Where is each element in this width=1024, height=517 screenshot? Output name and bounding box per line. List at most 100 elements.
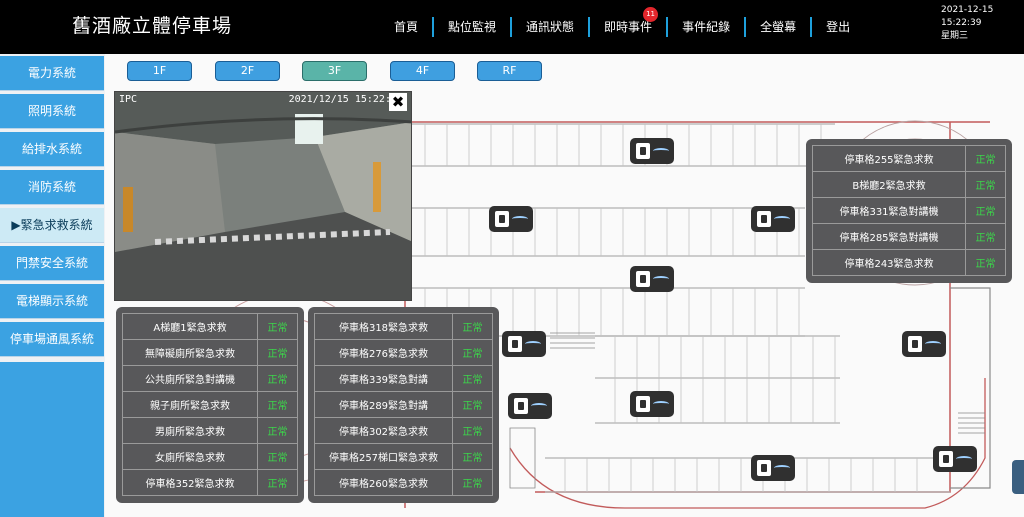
sidebar-item-access-control[interactable]: 門禁安全系統 xyxy=(0,246,104,281)
table-row[interactable]: 停車格257梯口緊急求救 正常 xyxy=(314,443,493,470)
table-row[interactable]: 女廁所緊急求救 正常 xyxy=(122,443,298,470)
sidebar-item-power[interactable]: 電力系統 xyxy=(0,56,104,91)
sos-device-icon[interactable] xyxy=(630,138,674,164)
table-row[interactable]: 親子廁所緊急求救 正常 xyxy=(122,391,298,418)
app-title: 舊酒廠立體停車場 xyxy=(72,15,233,37)
device-name: B梯廳2緊急求救 xyxy=(812,171,966,198)
event-count-badge: 11 xyxy=(643,7,659,22)
device-status: 正常 xyxy=(452,417,493,444)
table-row[interactable]: 停車格318緊急求救 正常 xyxy=(314,313,493,340)
sos-device-icon[interactable] xyxy=(751,206,795,232)
table-row[interactable]: 停車格285緊急對講機 正常 xyxy=(812,223,1006,250)
nav-point-monitor[interactable]: 點位監視 xyxy=(432,17,510,37)
device-name: 親子廁所緊急求救 xyxy=(122,391,258,418)
table-row[interactable]: 停車格302緊急求救 正常 xyxy=(314,417,493,444)
table-row[interactable]: 停車格255緊急求救 正常 xyxy=(812,145,1006,172)
table-row[interactable]: A梯廳1緊急求救 正常 xyxy=(122,313,298,340)
sos-device-icon[interactable] xyxy=(751,455,795,481)
device-name: 停車格243緊急求救 xyxy=(812,249,966,276)
drawer-handle[interactable] xyxy=(1012,460,1024,494)
device-name: 停車格255緊急求救 xyxy=(812,145,966,172)
device-status: 正常 xyxy=(257,443,298,470)
nav-realtime-events[interactable]: 即時事件 11 xyxy=(588,7,666,37)
sidebar-item-elevator[interactable]: 電梯顯示系統 xyxy=(0,284,104,319)
app-root: 舊酒廠立體停車場 首頁 點位監視 通訊狀態 即時事件 11 事件紀錄 全螢幕 登… xyxy=(0,0,1024,517)
device-status: 正常 xyxy=(452,391,493,418)
nav-fullscreen[interactable]: 全螢幕 xyxy=(744,17,810,37)
parking-stalls-row-1 xyxy=(410,123,835,167)
map-lower-curve xyxy=(509,378,986,509)
table-row[interactable]: 停車格339緊急對講 正常 xyxy=(314,365,493,392)
device-name: A梯廳1緊急求救 xyxy=(122,313,258,340)
floor-tab-1f[interactable]: 1F xyxy=(127,61,192,81)
status-panel-middle: 停車格318緊急求救 正常 停車格276緊急求救 正常 停車格339緊急對講 正常 停… xyxy=(308,307,499,503)
table-row[interactable]: 停車格243緊急求救 正常 xyxy=(812,249,1006,276)
device-status: 正常 xyxy=(452,339,493,366)
sos-device-icon[interactable] xyxy=(630,391,674,417)
sidebar-item-emergency[interactable]: ▶緊急求救系統 xyxy=(0,208,104,243)
device-name: 停車格289緊急對講 xyxy=(314,391,453,418)
table-row[interactable]: 公共廁所緊急對講機 正常 xyxy=(122,365,298,392)
floor-tab-4f[interactable]: 4F xyxy=(390,61,455,81)
parking-stalls-row-5 xyxy=(545,457,950,493)
status-table-middle: 停車格318緊急求救 正常 停車格276緊急求救 正常 停車格339緊急對講 正常 停… xyxy=(314,313,493,496)
system-sidebar: 電力系統 照明系統 給排水系統 消防系統 ▶緊急求救系統 門禁安全系統 電梯顯示… xyxy=(0,54,105,517)
top-nav: 首頁 點位監視 通訊狀態 即時事件 11 事件紀錄 全螢幕 登出 xyxy=(380,7,864,38)
sos-device-icon[interactable] xyxy=(508,393,552,419)
device-name: 公共廁所緊急對講機 xyxy=(122,365,258,392)
device-status: 正常 xyxy=(452,443,493,470)
device-name: 女廁所緊急求救 xyxy=(122,443,258,470)
device-name: 停車格285緊急對講機 xyxy=(812,223,966,250)
device-status: 正常 xyxy=(452,365,493,392)
nav-comm-status[interactable]: 通訊狀態 xyxy=(510,17,588,37)
camera-label: IPC xyxy=(119,94,138,105)
device-name: 停車格352緊急求救 xyxy=(122,469,258,496)
device-status: 正常 xyxy=(452,313,493,340)
floor-tab-3f[interactable]: 3F xyxy=(302,61,367,81)
status-panel-left: A梯廳1緊急求救 正常 無障礙廁所緊急求救 正常 公共廁所緊急對講機 正常 親子廁所緊… xyxy=(116,307,304,503)
sidebar-item-fire[interactable]: 消防系統 xyxy=(0,170,104,205)
sos-device-icon[interactable] xyxy=(489,206,533,232)
close-icon[interactable]: ✖ xyxy=(389,93,407,111)
sidebar-filler xyxy=(0,362,104,517)
device-status: 正常 xyxy=(965,145,1006,172)
device-name: 停車格339緊急對講 xyxy=(314,365,453,392)
table-row[interactable]: 停車格276緊急求救 正常 xyxy=(314,339,493,366)
device-status: 正常 xyxy=(965,249,1006,276)
table-row[interactable]: 停車格331緊急對講機 正常 xyxy=(812,197,1006,224)
device-status: 正常 xyxy=(257,417,298,444)
device-name: 男廁所緊急求救 xyxy=(122,417,258,444)
device-name: 停車格260緊急求救 xyxy=(314,469,453,496)
status-table-right: 停車格255緊急求救 正常 B梯廳2緊急求救 正常 停車格331緊急對講機 正常 停車… xyxy=(812,145,1006,276)
device-name: 無障礙廁所緊急求救 xyxy=(122,339,258,366)
table-row[interactable]: 男廁所緊急求救 正常 xyxy=(122,417,298,444)
sos-device-icon[interactable] xyxy=(630,266,674,292)
device-status: 正常 xyxy=(452,469,493,496)
device-name: 停車格331緊急對講機 xyxy=(812,197,966,224)
floor-tab-rf[interactable]: RF xyxy=(477,61,542,81)
sidebar-item-water[interactable]: 給排水系統 xyxy=(0,132,104,167)
sos-device-icon[interactable] xyxy=(902,331,946,357)
sos-device-icon[interactable] xyxy=(502,331,546,357)
device-status: 正常 xyxy=(257,391,298,418)
sidebar-item-ventilation[interactable]: 停車場通風系統 xyxy=(0,322,104,357)
sidebar-item-lighting[interactable]: 照明系統 xyxy=(0,94,104,129)
table-row[interactable]: 無障礙廁所緊急求救 正常 xyxy=(122,339,298,366)
device-status: 正常 xyxy=(257,365,298,392)
table-row[interactable]: 停車格289緊急對講 正常 xyxy=(314,391,493,418)
nav-logout[interactable]: 登出 xyxy=(810,17,864,37)
device-status: 正常 xyxy=(965,223,1006,250)
clock-weekday: 星期三 xyxy=(941,31,969,41)
device-status: 正常 xyxy=(257,313,298,340)
nav-home[interactable]: 首頁 xyxy=(380,17,432,37)
nav-event-log[interactable]: 事件紀錄 xyxy=(666,17,744,37)
top-header: 舊酒廠立體停車場 首頁 點位監視 通訊狀態 即時事件 11 事件紀錄 全螢幕 登… xyxy=(0,0,1024,54)
floor-tab-2f[interactable]: 2F xyxy=(215,61,280,81)
nav-realtime-events-label: 即時事件 xyxy=(604,20,653,34)
device-name: 停車格318緊急求救 xyxy=(314,313,453,340)
table-row[interactable]: 停車格352緊急求救 正常 xyxy=(122,469,298,496)
device-status: 正常 xyxy=(965,197,1006,224)
table-row[interactable]: 停車格260緊急求救 正常 xyxy=(314,469,493,496)
table-row[interactable]: B梯廳2緊急求救 正常 xyxy=(812,171,1006,198)
sos-device-icon[interactable] xyxy=(933,446,977,472)
